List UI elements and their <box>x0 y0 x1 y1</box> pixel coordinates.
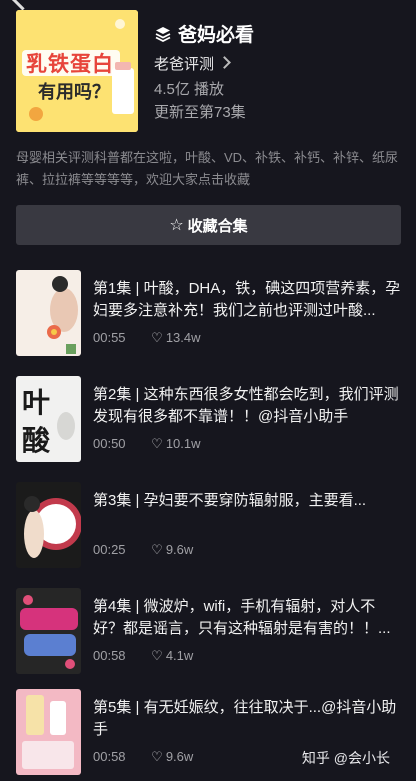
stack-icon <box>155 27 171 43</box>
episode-likes: ♡ 9.6w <box>151 749 193 764</box>
episode-duration: 00:55 <box>93 330 126 345</box>
play-count: 4.5亿 播放 <box>154 81 225 98</box>
collection-cover[interactable]: 乳铁蛋白 有用吗？ <box>16 10 138 132</box>
author-link[interactable]: 老爸评测 <box>154 53 231 74</box>
episode-stats: 00:50 ♡ 10.1w <box>93 436 201 452</box>
episode-likes: ♡ 13.4w <box>151 330 200 345</box>
star-icon: ☆ <box>169 217 184 234</box>
heart-icon: ♡ <box>151 542 163 557</box>
top-bar <box>0 0 416 10</box>
collection-title: 爸妈必看 <box>178 25 255 46</box>
episode-title: 第4集 | 微波炉，wifi，手机有辐射，对人不好？都是谣言，只有这种辐射是有害… <box>93 598 391 637</box>
episode-title: 第1集 | 叶酸，DHA，铁，碘这四项营养素，孕妇要多注意补充！我们之前也评测过… <box>93 280 401 319</box>
episode-thumbnail <box>16 689 81 775</box>
collection-title-row: 爸妈必看 <box>154 20 254 47</box>
episode-likes: ♡ 4.1w <box>151 648 193 663</box>
episode-duration: 00:58 <box>93 648 126 663</box>
episode-item[interactable]: 第4集 | 微波炉，wifi，手机有辐射，对人不好？都是谣言，只有这种辐射是有害… <box>16 588 401 678</box>
episode-thumbnail <box>16 588 81 674</box>
episode-thumbnail: 叶 酸 <box>16 376 81 462</box>
episode-duration: 00:50 <box>93 436 126 451</box>
episode-item[interactable]: 叶 酸 第2集 | 这种东西很多女性都会吃到，我们评测发现有很多都不靠谱！！@抖… <box>16 376 401 466</box>
likes-count: 10.1w <box>165 436 201 451</box>
cover-text-line2: 有用吗？ <box>38 82 110 102</box>
episode-duration: 00:25 <box>93 542 126 557</box>
episode-stats: 00:58 ♡ 4.1w <box>93 648 193 664</box>
collect-button-label: 收藏合集 <box>187 217 248 235</box>
episode-item[interactable]: 第1集 | 叶酸，DHA，铁，碘这四项营养素，孕妇要多注意补充！我们之前也评测过… <box>16 270 401 360</box>
episode-item[interactable]: 第3集 | 孕妇要不要穿防辐射服，主要看... 00:25 ♡ 9.6w <box>16 482 401 572</box>
episode-title: 第2集 | 这种东西很多女性都会吃到，我们评测发现有很多都不靠谱！！@抖音小助手 <box>93 386 399 425</box>
back-arrow-icon[interactable] <box>10 0 35 10</box>
heart-icon: ♡ <box>151 330 163 345</box>
episode-likes: ♡ 9.6w <box>151 542 193 557</box>
thumb-text-a: 叶 <box>22 386 50 419</box>
likes-count: 9.6w <box>165 749 194 764</box>
collection-header: 乳铁蛋白 有用吗？ 爸妈必看 老爸评测 4.5亿 播放 更新至第73集 <box>16 10 406 134</box>
collection-description: 母婴相关评测科普都在这啦，叶酸、VD、补铁、补钙、补锌、纸尿裤、拉拉裤等等等等，… <box>16 150 399 187</box>
chevron-right-icon <box>218 56 231 69</box>
episode-duration: 00:58 <box>93 749 126 764</box>
collect-button[interactable]: ☆ 收藏合集 <box>16 205 401 245</box>
thumb-text-b: 酸 <box>22 424 51 457</box>
episode-thumbnail <box>16 482 81 568</box>
episode-title: 第3集 | 孕妇要不要穿防辐射服，主要看... <box>93 492 367 509</box>
likes-count: 13.4w <box>165 330 201 345</box>
heart-icon: ♡ <box>151 648 163 663</box>
heart-icon: ♡ <box>151 436 163 451</box>
author-name: 老爸评测 <box>154 56 215 73</box>
episode-likes: ♡ 10.1w <box>151 436 200 451</box>
episode-thumbnail <box>16 270 81 356</box>
watermark: 知乎 @会小长 <box>301 750 390 766</box>
heart-icon: ♡ <box>151 749 163 764</box>
episode-stats: 00:58 ♡ 9.6w <box>93 749 193 765</box>
episode-title: 第5集 | 有无妊娠纹，往往取决于...@抖音小助手 <box>93 699 397 738</box>
likes-count: 9.6w <box>165 542 194 557</box>
update-status: 更新至第73集 <box>154 104 246 121</box>
episode-stats: 00:25 ♡ 9.6w <box>93 542 193 558</box>
episode-stats: 00:55 ♡ 13.4w <box>93 330 201 346</box>
cover-text-line1: 乳铁蛋白 <box>26 53 114 76</box>
likes-count: 4.1w <box>165 648 194 663</box>
